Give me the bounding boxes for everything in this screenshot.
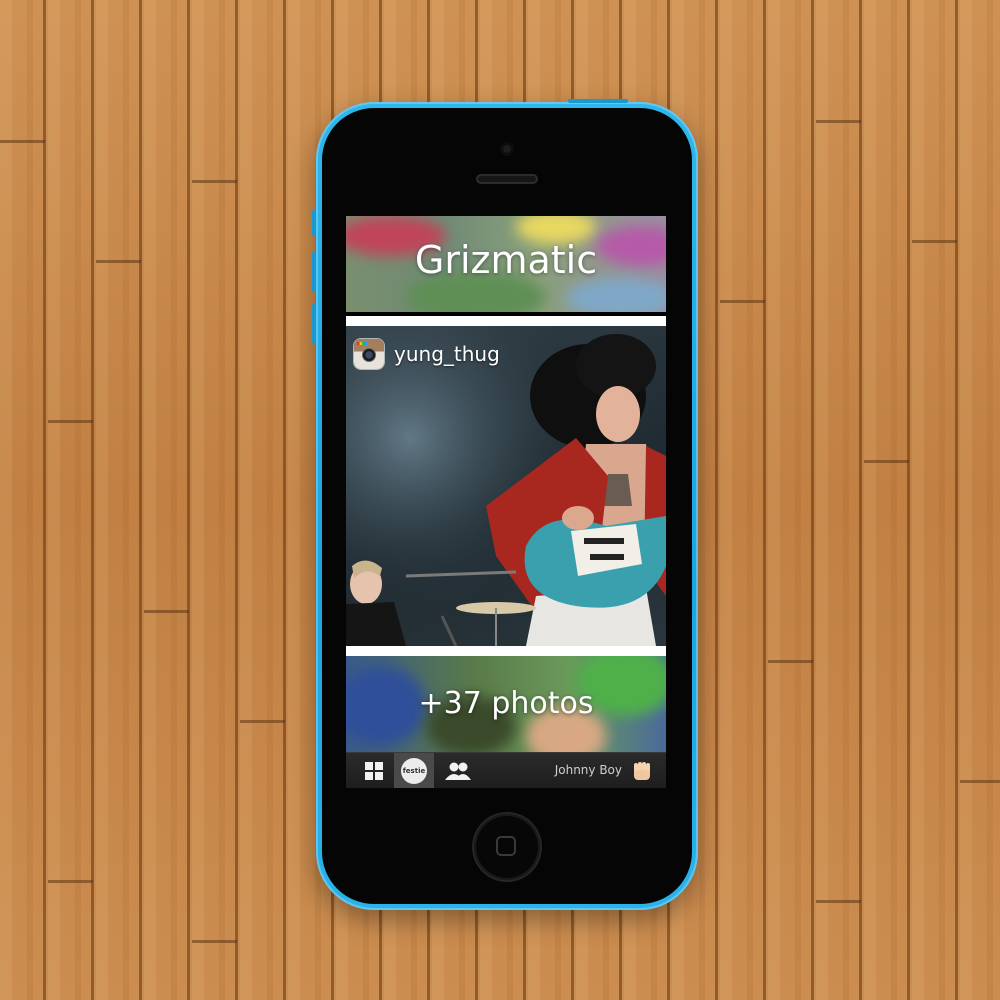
home-button[interactable] xyxy=(474,814,540,880)
floor-seam xyxy=(48,880,93,883)
grid-icon xyxy=(365,761,383,780)
divider-bottom xyxy=(346,646,666,656)
floor-seam xyxy=(0,140,45,143)
earpiece-speaker xyxy=(476,174,538,184)
floor-seam xyxy=(768,660,813,663)
floor-seam xyxy=(720,300,765,303)
mute-switch xyxy=(312,210,316,236)
floor-seam xyxy=(96,260,141,263)
floor-seam xyxy=(960,780,1000,783)
floor-seam xyxy=(912,240,957,243)
more-photos-label: +37 photos xyxy=(418,686,594,721)
post-author-row[interactable]: yung_thug xyxy=(354,338,500,370)
people-icon xyxy=(445,762,471,780)
floor-seam xyxy=(240,720,285,723)
floor-seam xyxy=(816,120,861,123)
event-title: Grizmatic xyxy=(414,238,598,282)
concert-photo xyxy=(346,326,666,646)
floor-seam xyxy=(816,900,861,903)
fist-icon[interactable] xyxy=(632,760,652,782)
power-button xyxy=(568,99,628,103)
volume-up-button xyxy=(312,252,316,292)
festie-logo-icon: festie xyxy=(401,757,427,784)
front-camera xyxy=(500,142,514,156)
banner-blur-blue xyxy=(566,278,666,312)
volume-down-button xyxy=(312,304,316,344)
current-user-name[interactable]: Johnny Boy xyxy=(555,763,622,777)
tab-grid[interactable] xyxy=(354,753,394,788)
floor-seam xyxy=(144,610,189,613)
bottom-tab-bar: festie Johnny Boy xyxy=(346,752,666,788)
photo-post[interactable]: yung_thug xyxy=(346,326,666,646)
instagram-icon-lens xyxy=(362,348,376,362)
home-square-icon xyxy=(496,836,516,856)
event-banner[interactable]: Grizmatic xyxy=(346,216,666,312)
instagram-icon xyxy=(354,339,384,369)
tab-festie[interactable]: festie xyxy=(394,753,434,788)
floor-seam xyxy=(192,940,237,943)
divider-top xyxy=(346,316,666,326)
tab-people[interactable] xyxy=(438,753,478,788)
floor-seam xyxy=(192,180,237,183)
more-photos-tile[interactable]: +37 photos xyxy=(346,656,666,752)
floor-seam xyxy=(48,420,93,423)
post-username: yung_thug xyxy=(394,342,500,366)
floor-seam xyxy=(864,460,909,463)
instagram-icon-stripe xyxy=(357,342,367,345)
app-screen: Grizmatic yung_thug +37 photos festie Jo… xyxy=(346,216,666,788)
